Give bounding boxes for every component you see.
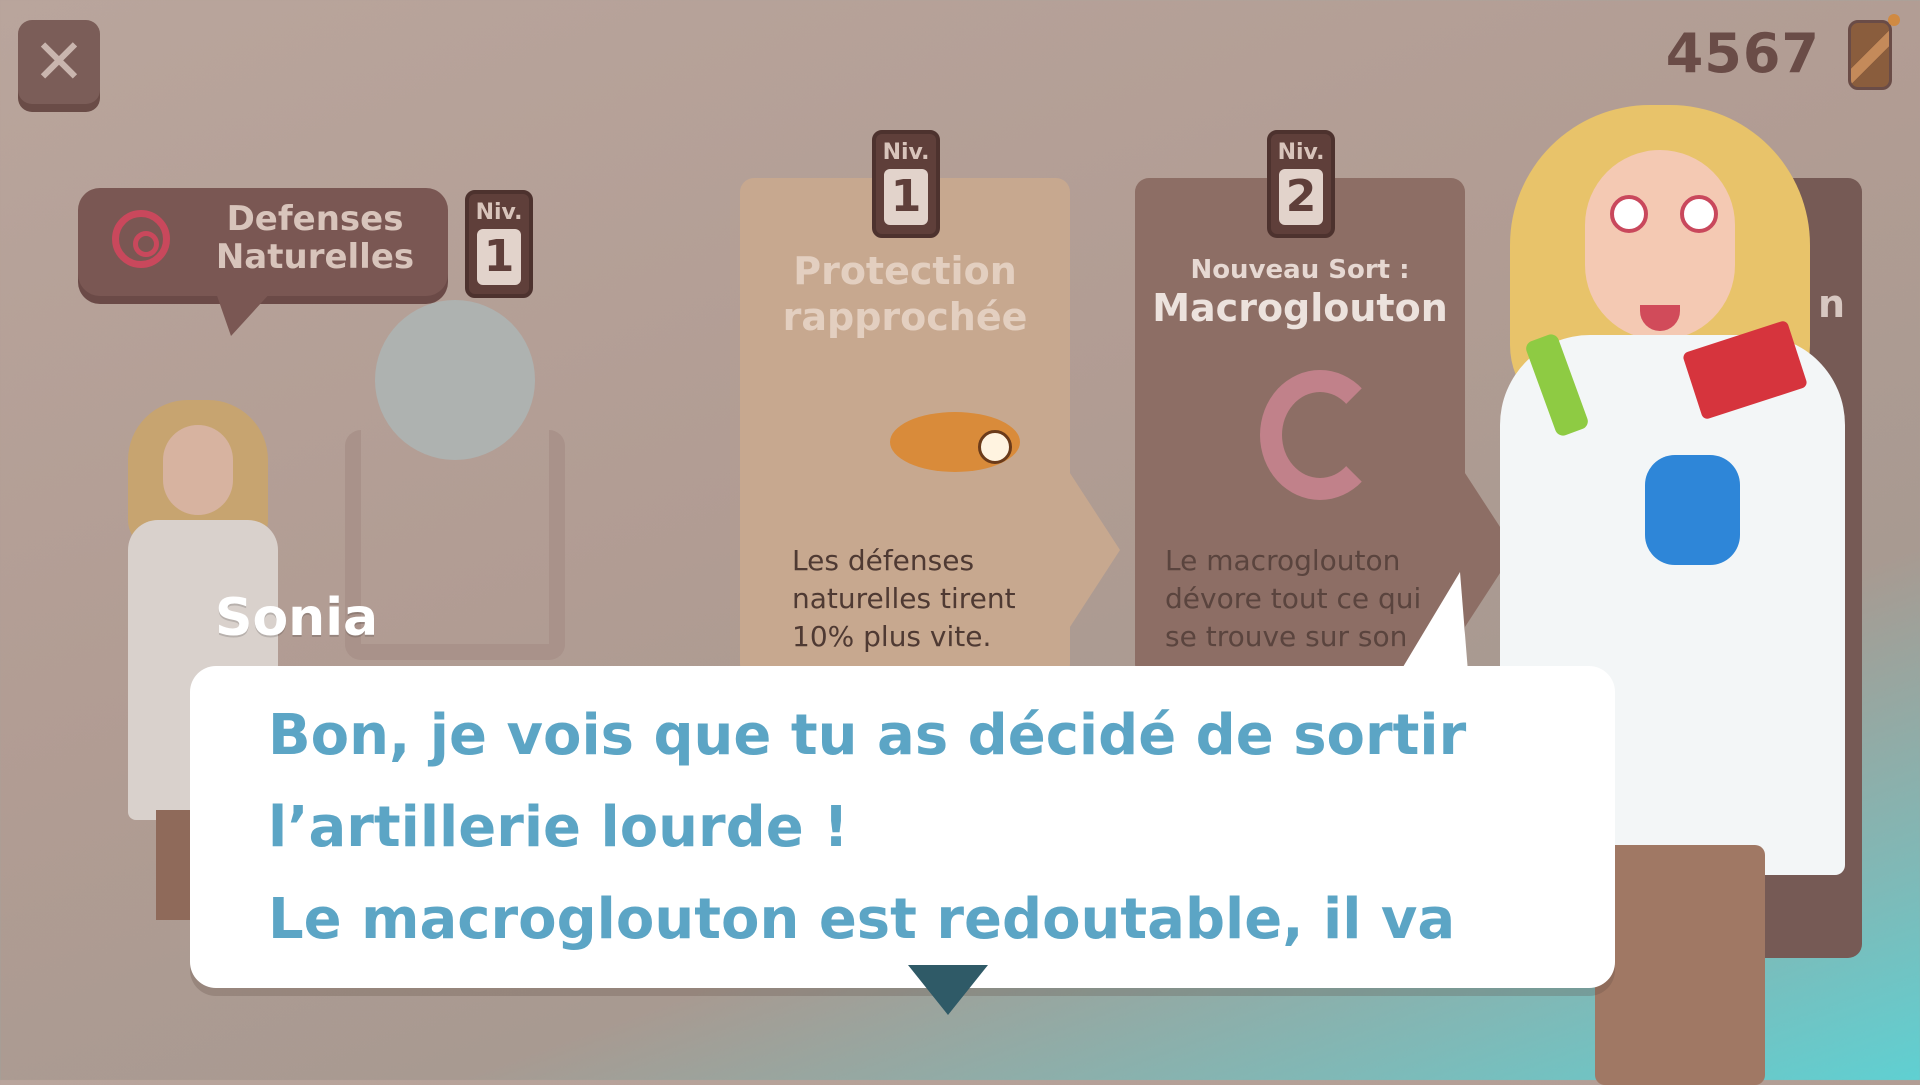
target-icon	[112, 210, 170, 268]
face	[163, 425, 233, 515]
defenses-label: Defenses Naturelles	[195, 200, 435, 276]
card1-level-tag: Niv. 1	[872, 130, 940, 238]
level-value: 2	[1279, 169, 1323, 225]
card2-subtitle: Nouveau Sort :	[1190, 255, 1410, 285]
level-label: Niv.	[1277, 140, 1325, 165]
defenses-label-line2: Naturelles	[215, 237, 415, 277]
card1-title-line1: Protection	[793, 249, 1017, 293]
speaker-name: Sonia	[215, 588, 379, 648]
dialogue-text: Bon, je vois que tu as décidé de sortir …	[268, 703, 1467, 952]
card1-description: Les défenses naturelles tirent 10% plus …	[792, 544, 1016, 653]
level-label: Niv.	[882, 140, 930, 165]
card1-title-line2: rapprochée	[782, 295, 1028, 339]
close-button[interactable]: ✕	[18, 20, 100, 104]
card1-title: Protection rapprochée	[760, 248, 1050, 340]
legs	[1595, 845, 1765, 1085]
level-value: 1	[477, 229, 521, 285]
next-arrow-icon[interactable]	[908, 965, 988, 1015]
microbe-eye-icon	[978, 430, 1012, 464]
coin-icon	[1848, 20, 1892, 90]
coin-spark-icon	[1888, 14, 1900, 26]
card2-title: Macroglouton	[1152, 286, 1448, 330]
card-arrow-icon	[1068, 470, 1120, 630]
close-icon: ✕	[33, 25, 85, 98]
eye-icon	[1680, 195, 1718, 233]
eye-icon	[1610, 195, 1648, 233]
macroglouton-icon	[1260, 370, 1380, 500]
flask-icon	[1645, 455, 1740, 565]
level-value: 1	[884, 169, 928, 225]
defenses-level-tag: Niv. 1	[465, 190, 533, 298]
defenses-label-line1: Defenses	[226, 199, 404, 239]
level-label: Niv.	[475, 200, 523, 225]
coin-counter: 4567	[1665, 22, 1820, 85]
card2-level-tag: Niv. 2	[1267, 130, 1335, 238]
dialogue-tail	[1400, 572, 1468, 672]
defenses-badge-tail	[215, 290, 273, 336]
